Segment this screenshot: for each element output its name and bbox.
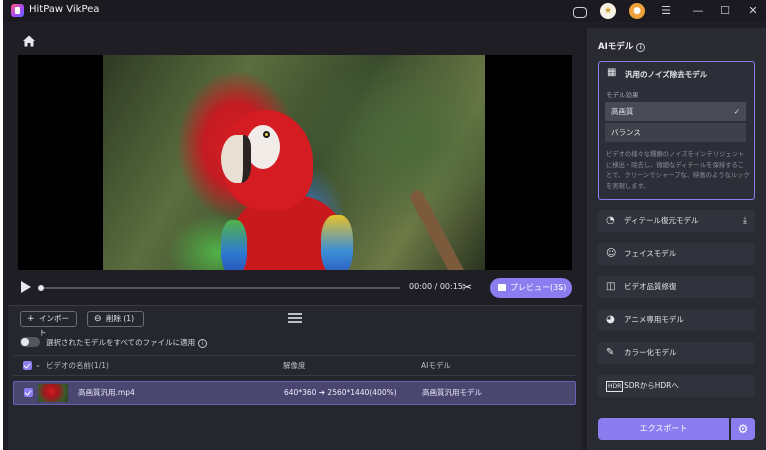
- video-branch: [407, 188, 473, 270]
- home-icon[interactable]: [22, 34, 36, 48]
- delete-button[interactable]: ⊖ 削除 (1): [87, 311, 144, 327]
- video-thumbnail: [38, 384, 68, 402]
- model-card-denoise[interactable]: ▦ 汎用のノイズ除去モデル モデル効果 高画質 ✓ バランス ビデオの様々な種類…: [598, 61, 755, 200]
- model-label-face: フェイスモデル: [624, 249, 677, 258]
- video-frame: [103, 55, 485, 270]
- row-model: 高画質汎用モデル: [422, 388, 482, 397]
- close-icon[interactable]: ✕: [745, 3, 761, 19]
- progress-knob[interactable]: [38, 285, 44, 291]
- preview-button[interactable]: プレビュー(3S) ⌄: [490, 278, 572, 298]
- chevron-down-icon[interactable]: ⌄: [557, 278, 564, 298]
- anime-icon: ◕: [606, 314, 615, 325]
- player-controls: 00:00 / 00:15 ✂ プレビュー(3S) ⌄: [18, 278, 572, 298]
- row-resolution: 640*360 ➔ 2560*1440(400%): [284, 388, 397, 397]
- parrot-wing: [321, 215, 353, 270]
- model-card-anime[interactable]: ◕ アニメ専用モデル: [598, 309, 755, 331]
- header-name: ビデオの名前(1/1): [46, 361, 109, 370]
- play-icon[interactable]: [21, 281, 31, 293]
- account-icon[interactable]: ●: [629, 3, 645, 19]
- discord-icon[interactable]: [571, 3, 587, 19]
- minimize-icon[interactable]: —: [690, 3, 706, 19]
- apply-all-label: 選択されたモデルをすべてのファイルに適用 i: [46, 337, 208, 348]
- parrot-beak: [221, 135, 251, 183]
- app-window: HitPaw VikPea ★ ● ☰ — ☐ ✕ 00:00 / 00:15 …: [3, 0, 766, 450]
- info-icon[interactable]: i: [198, 339, 208, 348]
- info-icon[interactable]: i: [636, 43, 646, 52]
- delete-label: 削除 (1): [106, 314, 135, 323]
- face-icon: ☺: [606, 248, 617, 259]
- camera-icon: [498, 284, 506, 291]
- model-effect-label: モデル効果: [606, 91, 639, 99]
- apply-all-toggle[interactable]: [20, 337, 40, 347]
- progress-track[interactable]: [40, 287, 400, 289]
- repair-icon: ◫: [606, 281, 616, 292]
- app-title: HitPaw VikPea: [29, 4, 100, 15]
- colorize-icon: ✎: [606, 347, 615, 358]
- coin-icon[interactable]: ★: [600, 3, 616, 19]
- plus-icon: +: [27, 314, 35, 324]
- gear-icon[interactable]: ⚙: [731, 418, 755, 440]
- import-button[interactable]: + インポート: [20, 311, 77, 337]
- app-logo: [11, 4, 24, 17]
- table-header: ⌄ ビデオの名前(1/1) 解像度 AIモデル: [13, 355, 576, 376]
- model-label-repair: ビデオ品質修復: [624, 282, 677, 291]
- titlebar: HitPaw VikPea ★ ● ☰ — ☐ ✕: [3, 0, 766, 22]
- maximize-icon[interactable]: ☐: [717, 3, 733, 19]
- model-card-hdr[interactable]: HDR SDRからHDRへ: [598, 375, 755, 397]
- minus-circle-icon: ⊖: [94, 314, 102, 324]
- header-ai-model: AIモデル: [421, 361, 451, 370]
- model-label-colorize: カラー化モデル: [624, 348, 677, 357]
- model-label-denoise: 汎用のノイズ除去モデル: [625, 70, 708, 79]
- import-label: インポート: [39, 314, 69, 337]
- collapse-icon[interactable]: [288, 313, 302, 323]
- table-row[interactable]: 高画質汎用.mp4 640*360 ➔ 2560*1440(400%) 高画質汎…: [13, 381, 576, 405]
- option-balance-label: バランス: [611, 128, 641, 137]
- file-list-panel: + インポート ⊖ 削除 (1) 選択されたモデルをすべてのファイルに適用 i ⌄…: [8, 305, 582, 450]
- check-icon: ✓: [733, 107, 740, 116]
- select-all-checkbox[interactable]: [23, 361, 32, 370]
- apply-all-text: 選択されたモデルをすべてのファイルに適用: [46, 338, 196, 347]
- model-card-face[interactable]: ☺ フェイスモデル: [598, 243, 755, 265]
- detail-restore-icon: ◔: [606, 215, 615, 226]
- model-card-colorize[interactable]: ✎ カラー化モデル: [598, 342, 755, 364]
- parrot-wing-left: [221, 220, 247, 270]
- export-button[interactable]: エクスポート: [598, 418, 729, 440]
- hdr-icon: HDR: [606, 381, 624, 392]
- parrot-eye: [263, 131, 270, 138]
- model-description: ビデオの様々な種類のノイズをインテリジェントに検出・除去し、微細なディテールを保…: [606, 151, 750, 190]
- option-balance[interactable]: バランス: [605, 123, 746, 142]
- model-card-repair[interactable]: ◫ ビデオ品質修復: [598, 276, 755, 298]
- download-icon[interactable]: ⤓: [743, 210, 747, 232]
- video-player[interactable]: [18, 55, 572, 270]
- chevron-down-icon[interactable]: ⌄: [35, 356, 41, 375]
- option-high-quality[interactable]: 高画質 ✓: [605, 102, 746, 121]
- denoise-icon: ▦: [607, 67, 617, 78]
- model-label-detail: ディテール復元モデル: [624, 216, 699, 225]
- ai-model-title-text: AIモデル: [598, 42, 634, 52]
- scissors-icon[interactable]: ✂: [462, 280, 472, 294]
- model-card-detail[interactable]: ◔ ディテール復元モデル ⤓: [598, 210, 755, 232]
- menu-icon[interactable]: ☰: [658, 3, 674, 19]
- model-label-hdr: SDRからHDRへ: [624, 381, 679, 390]
- ai-model-title: AIモデル i: [598, 40, 646, 52]
- row-filename: 高画質汎用.mp4: [78, 388, 135, 397]
- row-checkbox[interactable]: [24, 388, 33, 397]
- header-resolution: 解像度: [283, 361, 306, 370]
- time-label: 00:00 / 00:15: [409, 282, 463, 291]
- model-label-anime: アニメ専用モデル: [624, 315, 684, 324]
- ai-model-panel: AIモデル i ▦ 汎用のノイズ除去モデル モデル効果 高画質 ✓ バランス ビデ…: [587, 28, 766, 450]
- option-high-quality-label: 高画質: [611, 107, 634, 116]
